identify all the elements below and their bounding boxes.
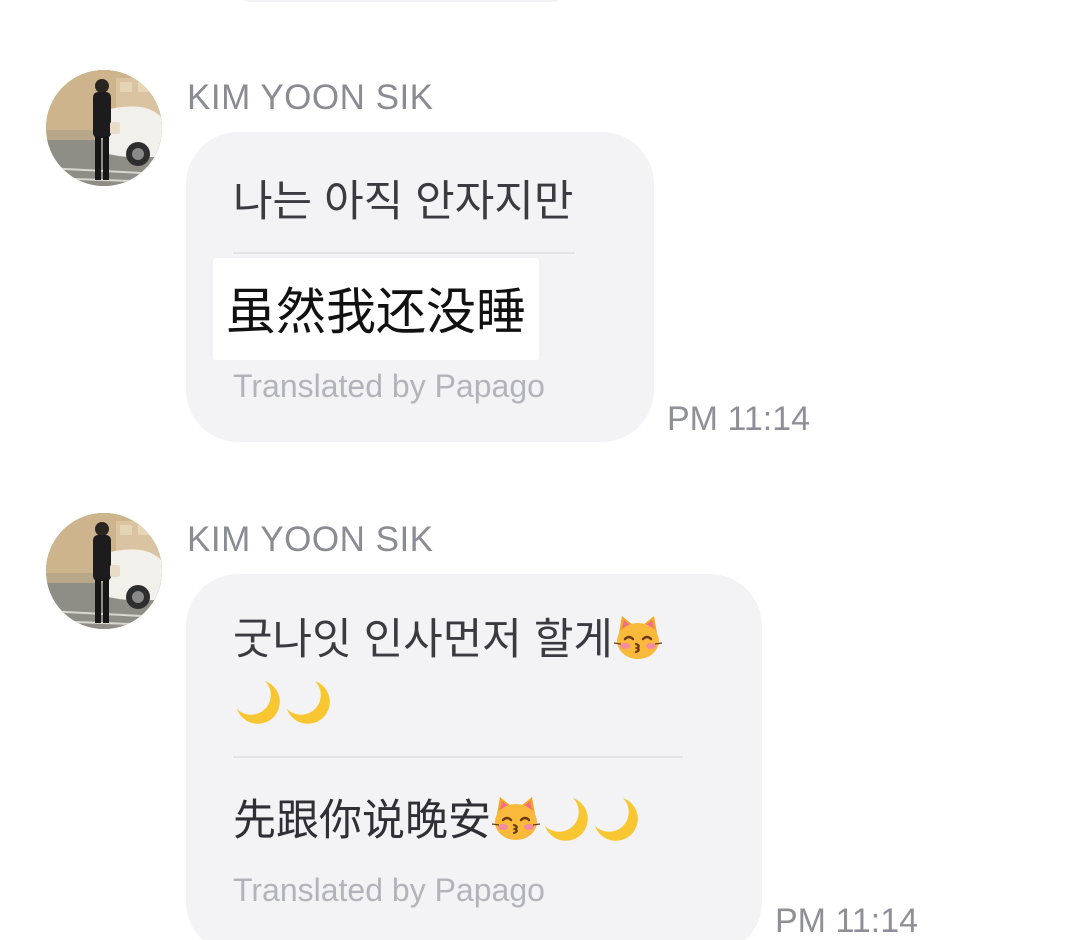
- avatar[interactable]: [46, 70, 162, 186]
- translation-credit: Translated by Papago: [233, 872, 545, 908]
- message-time: PM 11:14: [775, 902, 919, 940]
- original-text-line: 굿나잇 인사먼저 할게: [233, 616, 613, 664]
- sender-name[interactable]: KIM YOON SIK: [187, 78, 434, 118]
- message-bubble[interactable]: 굿나잇 인사먼저 할게 先跟你说晚安 Translated by Papago: [186, 574, 762, 940]
- translation-divider: [233, 252, 575, 254]
- translated-text-line: 先跟你说晚安: [233, 797, 491, 845]
- sender-name[interactable]: KIM YOON SIK: [187, 520, 434, 560]
- crescent-moon-icon: [283, 677, 333, 727]
- kissing-cat-icon: [491, 794, 541, 844]
- original-text: 나는 아직 안자지만: [233, 178, 574, 226]
- translation-divider: [233, 756, 683, 758]
- original-text: 굿나잇 인사먼저 할게: [233, 610, 663, 670]
- translated-text: 虽然我还没睡: [213, 258, 539, 360]
- original-text-emoji-line: [233, 674, 333, 734]
- crescent-moon-icon: [541, 794, 591, 844]
- avatar[interactable]: [46, 513, 162, 629]
- translation-credit: Translated by Papago: [233, 368, 545, 404]
- message-time: PM 11:14: [667, 400, 811, 438]
- chat-screen: KIM YOON SIK 나는 아직 안자지만 虽然我还没睡 Translate…: [0, 0, 1070, 940]
- message-bubble[interactable]: 나는 아직 안자지만 虽然我还没睡 Translated by Papago: [186, 132, 654, 442]
- translated-text: 先跟你说晚安: [233, 786, 641, 848]
- kissing-cat-icon: [613, 613, 663, 663]
- previous-message-bubble: [236, 0, 566, 2]
- profile-photo-icon: [46, 513, 162, 629]
- profile-photo-icon: [46, 70, 162, 186]
- crescent-moon-icon: [233, 677, 283, 727]
- crescent-moon-icon: [591, 794, 641, 844]
